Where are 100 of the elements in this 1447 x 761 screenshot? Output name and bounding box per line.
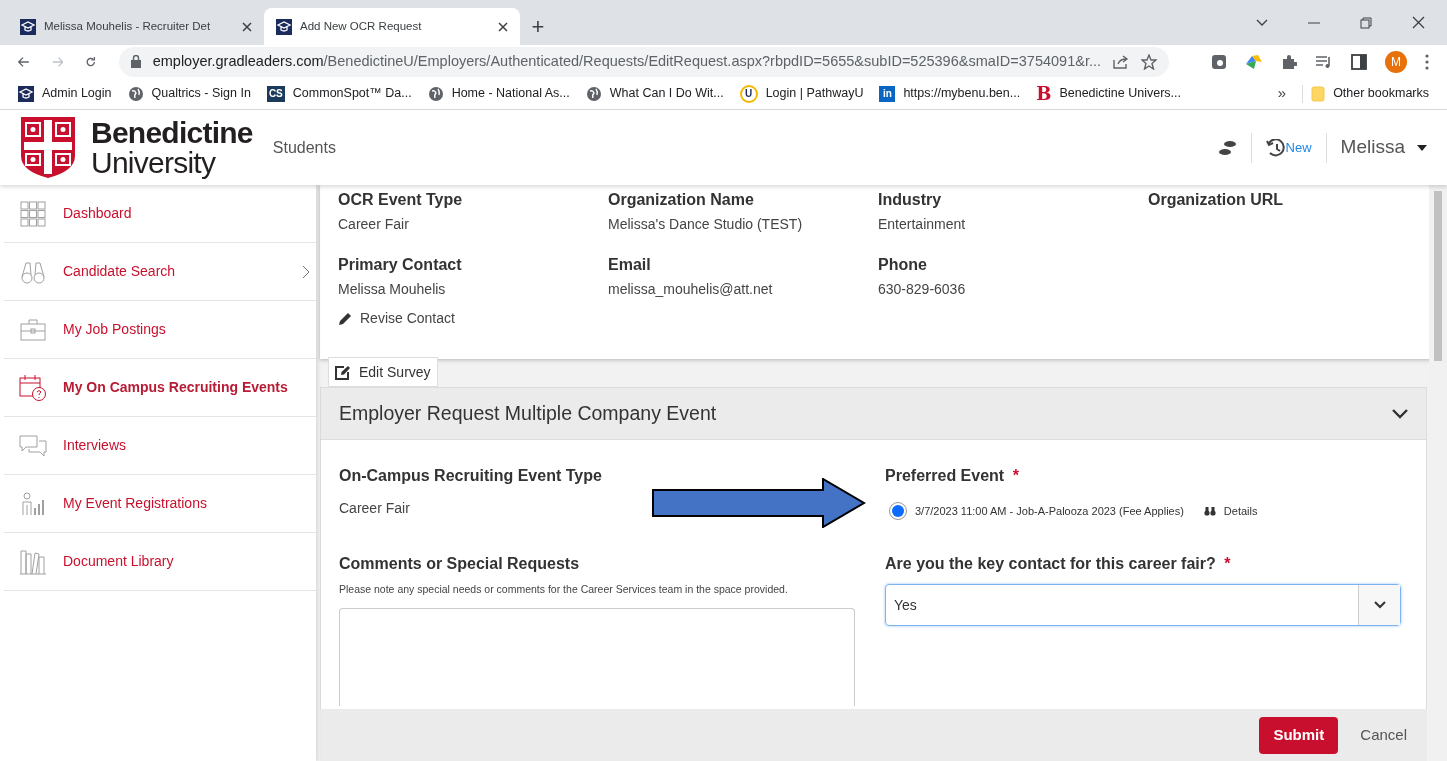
chevron-down-icon (1373, 601, 1386, 609)
section-title: Employer Request Multiple Company Event (339, 400, 718, 426)
address-field[interactable]: employer.gradleaders.com/BenedictineU/Employers/Authenticated/Requests/EditRequest.aspx?rbpdID=5655&subID=525396&smaID=3754091&r... (118, 46, 1169, 77)
edit-survey-button[interactable]: Edit Survey (328, 357, 438, 387)
section-header[interactable]: Employer Request Multiple Company Event (321, 388, 1426, 440)
sidebar-item[interactable]: My Job Postings (4, 301, 316, 359)
bookmark-link[interactable]: Login | PathwayU (765, 84, 864, 103)
bookmark-link[interactable]: Benedictine Univers... (1059, 84, 1181, 103)
field-label: Are you the key contact for this career fair? (885, 555, 1216, 572)
field-label: Industry (878, 190, 943, 210)
radio-label: 3/7/2023 11:00 AM - Job-A-Palooza 2023 (Fee Applies) (915, 503, 1184, 519)
new-tab-button[interactable]: + (520, 8, 556, 45)
field-label: Comments or Special Requests (339, 554, 581, 574)
logo-subtitle: University (91, 147, 217, 178)
cancel-link[interactable]: Cancel (1360, 723, 1407, 747)
person-chart-icon (20, 490, 46, 517)
new-link[interactable]: New (1285, 137, 1312, 158)
caret-icon (1417, 144, 1427, 151)
select-field[interactable]: Yes (885, 584, 1401, 626)
submit-button[interactable]: Submit (1259, 716, 1339, 754)
graduation-cap-icon (276, 18, 292, 35)
required-mark: * (1012, 467, 1019, 484)
extension-icon[interactable] (1245, 53, 1263, 70)
sidebar-label: Candidate Search (63, 262, 177, 281)
bookmark-link[interactable]: Qualtrics - Sign In (151, 84, 251, 103)
section-link[interactable]: Students (272, 135, 336, 160)
url-text: employer.gradleaders.com/BenedictineU/Employers/Authenticated/Requests/EditRequest.aspx?rbpdID=5655&subID=525396&smaID=3754091&r... (152, 51, 1101, 71)
extension-icon[interactable] (1211, 53, 1227, 70)
side-panel-icon[interactable] (1351, 53, 1367, 70)
bookmark-link[interactable]: Home - National As... (451, 84, 570, 103)
bookmark-link[interactable]: CommonSpot™ Da... (292, 84, 412, 103)
browser-tab[interactable]: Add New OCR Request (264, 8, 520, 45)
sidebar-item[interactable]: My On Campus Recruiting Events (4, 359, 316, 417)
logo-letter: B (1036, 85, 1052, 102)
history-icon[interactable] (1265, 138, 1286, 157)
sidebar-label: Dashboard (63, 204, 133, 223)
sidebar-label: My Event Registrations (63, 494, 208, 513)
sidebar-item[interactable]: Document Library (4, 533, 316, 591)
u-badge: U (739, 84, 758, 103)
lock-icon (130, 55, 141, 68)
field-value: Career Fair (338, 215, 410, 234)
shield-logo-icon (20, 116, 76, 179)
back-arrow-icon[interactable] (18, 54, 30, 69)
briefcase-icon (20, 317, 46, 342)
bookmark-link[interactable]: What Can I Do Wit... (609, 84, 724, 103)
browser-tab[interactable]: Melissa Mouhelis - Recruiter Det (8, 8, 264, 45)
media-queue-icon[interactable] (1315, 54, 1333, 69)
chat-icon (19, 433, 47, 458)
field-label: Email (608, 255, 652, 275)
help-text: Please note any special needs or comments for the Career Services team in the space provided. (339, 582, 789, 597)
logo-title: Benedictine (91, 117, 253, 148)
field-label: Organization URL (1148, 190, 1285, 210)
field-value: 630-829-6036 (878, 280, 967, 299)
field-value: Entertainment (878, 215, 967, 234)
sidebar-label: My Job Postings (63, 320, 167, 339)
field-label: Organization Name (608, 190, 755, 210)
restore-icon[interactable] (1360, 16, 1372, 29)
field-value: Melissa's Dance Studio (TEST) (608, 215, 804, 234)
field-label: Phone (878, 255, 928, 275)
chevron-down-icon[interactable] (1256, 18, 1268, 27)
sidebar-label: Document Library (63, 552, 175, 571)
user-menu[interactable]: Melissa (1340, 133, 1427, 162)
bookmark-link[interactable]: Other bookmarks (1325, 84, 1437, 103)
field-value: Career Fair (339, 499, 411, 518)
close-icon[interactable] (242, 21, 252, 32)
revise-contact-link[interactable]: Revise Contact (338, 308, 588, 329)
comments-field[interactable] (339, 607, 855, 706)
details-link[interactable]: Details (1203, 502, 1258, 520)
books-icon (19, 547, 47, 576)
required-mark: * (1224, 555, 1231, 572)
share-icon[interactable] (1113, 54, 1129, 69)
field-label: Preferred Event (885, 467, 1005, 484)
field-label: Primary Contact (338, 255, 463, 275)
field-value: Melissa Mouhelis (338, 280, 447, 299)
tab-title: Melissa Mouhelis - Recruiter Det (44, 18, 212, 34)
in-badge: in (879, 85, 896, 102)
graduation-cap-icon (20, 18, 36, 35)
graduation-cap-icon (18, 85, 34, 102)
chevron-down-icon (1392, 408, 1408, 419)
tab-title: Add New OCR Request (300, 18, 423, 34)
bookmark-link[interactable]: https://mybenu.ben... (903, 84, 1021, 103)
more-bookmarks-button[interactable]: » (1269, 82, 1295, 105)
select-value: Yes (893, 595, 918, 615)
footprints-icon[interactable] (1216, 139, 1237, 156)
sidebar-label: My On Campus Recruiting Events (63, 378, 289, 397)
edit-icon (335, 364, 351, 380)
sidebar-label: Interviews (63, 436, 128, 455)
field-value: melissa_mouhelis@att.net (608, 280, 774, 299)
close-icon[interactable] (1412, 16, 1425, 29)
cs-badge: CS (266, 85, 285, 102)
pencil-icon (338, 311, 352, 326)
folder-icon (1311, 85, 1326, 102)
puzzle-icon[interactable] (1281, 53, 1297, 70)
star-icon[interactable] (1141, 53, 1157, 70)
sidebar-item[interactable]: Dashboard (4, 185, 316, 243)
bookmark-link[interactable]: Admin Login (42, 84, 112, 103)
binoculars-icon (1203, 506, 1216, 516)
close-icon[interactable] (498, 21, 508, 32)
more-vertical-icon[interactable] (1425, 53, 1429, 70)
field-label: OCR Event Type (338, 190, 464, 210)
